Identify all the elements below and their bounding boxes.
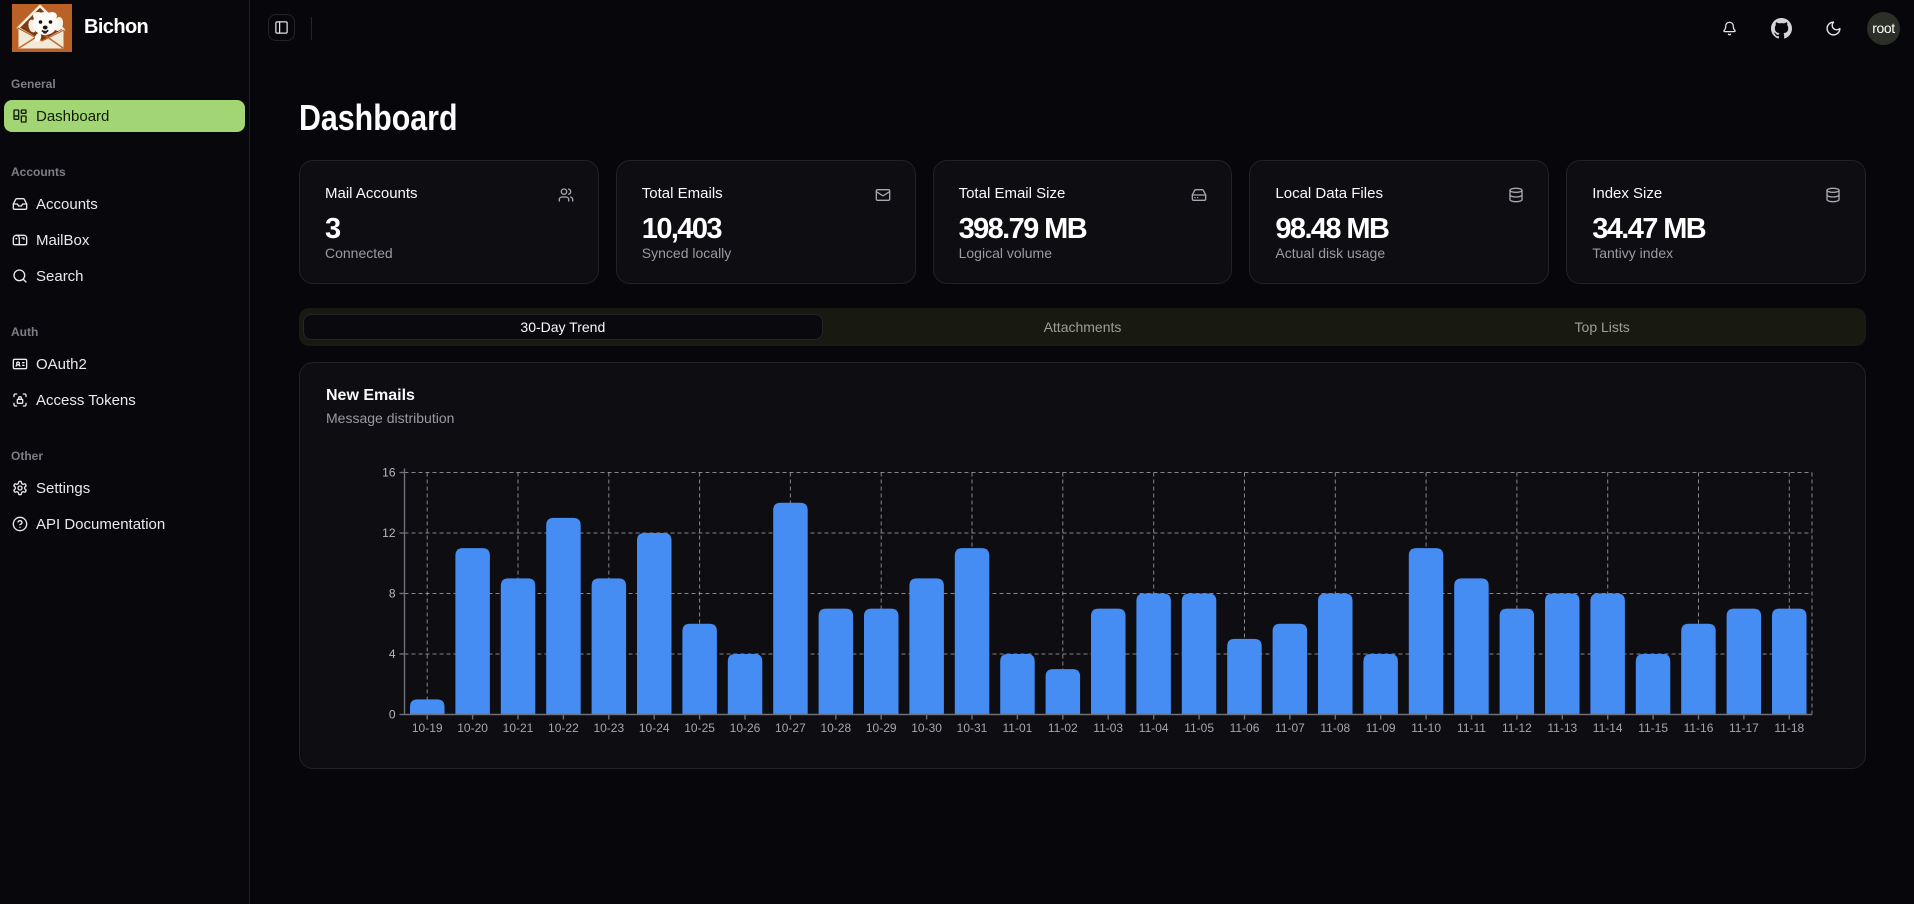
svg-text:11-09: 11-09 (1366, 721, 1396, 735)
svg-text:11-05: 11-05 (1184, 721, 1214, 735)
svg-text:10-21: 10-21 (503, 721, 534, 735)
svg-text:10-27: 10-27 (775, 721, 806, 735)
svg-text:11-06: 11-06 (1230, 721, 1260, 735)
svg-text:11-08: 11-08 (1320, 721, 1350, 735)
svg-text:10-23: 10-23 (593, 721, 624, 735)
svg-text:11-02: 11-02 (1048, 721, 1078, 735)
svg-text:10-30: 10-30 (911, 721, 942, 735)
svg-text:11-12: 11-12 (1502, 721, 1532, 735)
svg-text:10-26: 10-26 (730, 721, 761, 735)
svg-text:10-29: 10-29 (866, 721, 897, 735)
svg-text:10-31: 10-31 (957, 721, 988, 735)
svg-text:10-24: 10-24 (639, 721, 670, 735)
svg-text:10-25: 10-25 (684, 721, 715, 735)
svg-text:11-13: 11-13 (1547, 721, 1577, 735)
svg-text:10-28: 10-28 (820, 721, 851, 735)
svg-text:8: 8 (389, 587, 396, 601)
svg-text:10-22: 10-22 (548, 721, 579, 735)
svg-text:11-07: 11-07 (1275, 721, 1305, 735)
svg-text:11-03: 11-03 (1093, 721, 1123, 735)
svg-text:11-16: 11-16 (1684, 721, 1714, 735)
svg-text:11-10: 11-10 (1411, 721, 1441, 735)
svg-text:12: 12 (382, 526, 396, 540)
svg-text:11-04: 11-04 (1139, 721, 1169, 735)
svg-text:11-15: 11-15 (1638, 721, 1668, 735)
svg-text:10-19: 10-19 (412, 721, 443, 735)
svg-text:11-17: 11-17 (1729, 721, 1759, 735)
svg-text:10-20: 10-20 (457, 721, 488, 735)
svg-text:11-01: 11-01 (1002, 721, 1032, 735)
svg-text:0: 0 (389, 708, 396, 722)
svg-text:11-18: 11-18 (1774, 721, 1804, 735)
svg-text:11-11: 11-11 (1457, 721, 1486, 735)
svg-text:16: 16 (382, 466, 396, 480)
svg-text:11-14: 11-14 (1593, 721, 1623, 735)
svg-text:4: 4 (389, 647, 396, 661)
